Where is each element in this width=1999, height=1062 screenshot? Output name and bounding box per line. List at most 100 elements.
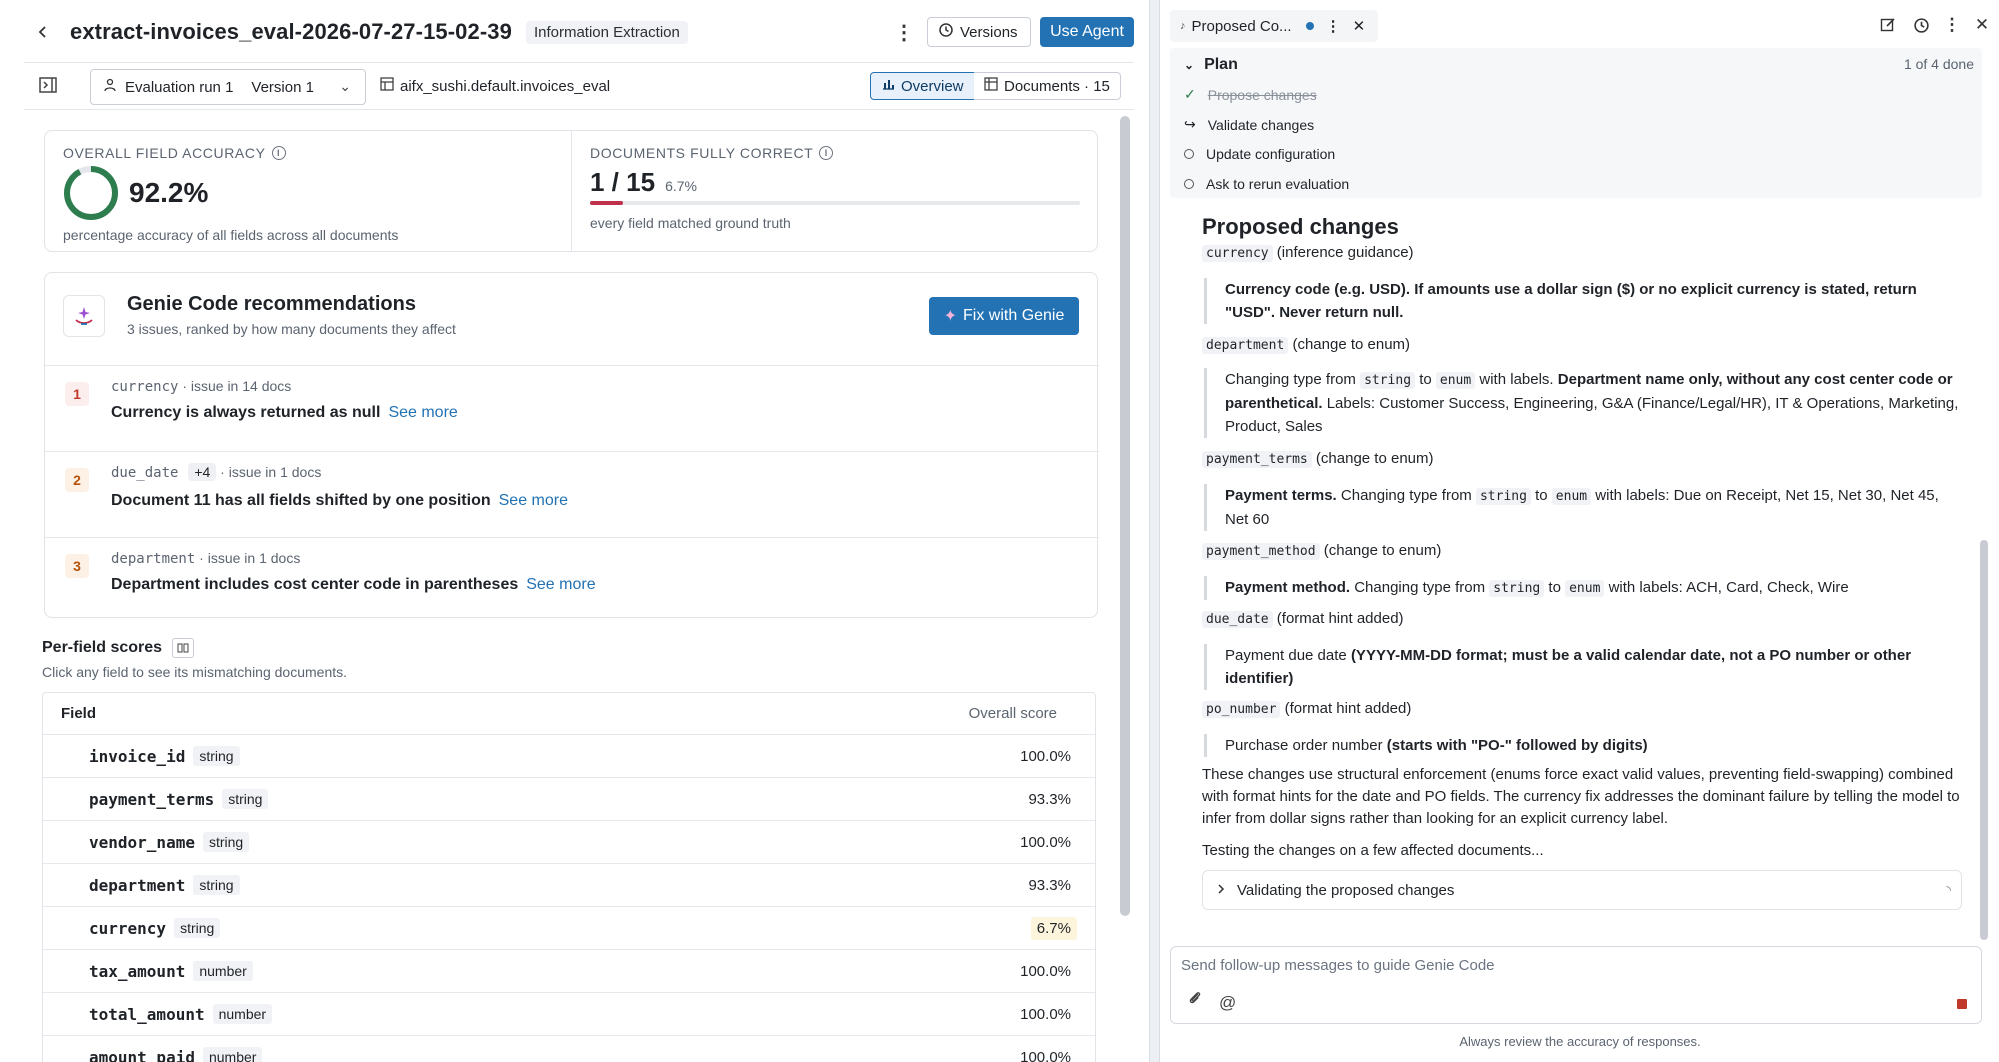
issue-count: · issue in 1 docs <box>195 550 301 566</box>
issue-count: · issue in 1 docs <box>216 464 322 480</box>
history-icon[interactable] <box>1910 14 1932 36</box>
change-quote: Purchase order number (starts with "PO-"… <box>1204 734 1960 757</box>
run-version-select[interactable]: Evaluation run 1 Version 1 ⌄ <box>90 69 366 105</box>
table-row[interactable]: total_amount number 100.0% <box>43 993 1095 1036</box>
table-icon <box>380 77 394 95</box>
stop-icon[interactable] <box>1957 999 1967 1009</box>
follow-up-input[interactable] <box>1181 957 1961 974</box>
task-type-tag: Information Extraction <box>525 20 688 44</box>
type-code: string <box>1360 372 1416 389</box>
tab-overview[interactable]: Overview <box>870 72 975 100</box>
chevron-right-icon <box>1217 882 1225 899</box>
assistant-scrollbar[interactable] <box>1980 540 1988 940</box>
field-code: payment_terms <box>1202 451 1312 468</box>
unsaved-dot-icon <box>1305 22 1314 30</box>
new-chat-icon[interactable] <box>1877 14 1899 36</box>
table-row[interactable]: tax_amount number 100.0% <box>43 950 1095 993</box>
field-name: total_amount <box>89 1004 205 1024</box>
plan-header[interactable]: ⌄ Plan <box>1184 56 1238 74</box>
summary-paragraph: These changes use structural enforcement… <box>1202 766 1960 827</box>
change-note: (format hint added) <box>1276 610 1404 627</box>
assistant-message: Proposed changes currency (inference gui… <box>1202 214 1962 859</box>
rank-badge: 1 <box>65 382 89 406</box>
in-progress-arrow-icon: ↪ <box>1184 116 1196 132</box>
tab-documents[interactable]: Documents · 15 <box>974 72 1121 100</box>
field-name: payment_terms <box>89 789 215 809</box>
main-scrollbar[interactable] <box>1120 116 1130 916</box>
see-more-link[interactable]: See more <box>499 492 568 509</box>
attach-icon[interactable] <box>1187 990 1203 1011</box>
tab-documents-label: Documents · 15 <box>1004 77 1110 95</box>
plan-step-label: Validate changes <box>1207 116 1315 133</box>
field-type: string <box>222 789 269 809</box>
field-name: department <box>111 551 196 567</box>
correct-progress-fill <box>590 201 623 205</box>
quote-text: Payment method. <box>1225 579 1351 596</box>
change-header: payment_terms (change to enum) <box>1202 448 1434 471</box>
chevron-down-icon: ⌄ <box>1184 58 1195 72</box>
mention-icon[interactable]: @ <box>1219 993 1236 1013</box>
plan-progress: 1 of 4 done <box>1903 56 1974 72</box>
type-code: enum <box>1565 580 1605 597</box>
sparkle-icon: ♪ <box>1180 20 1186 32</box>
back-arrow-icon[interactable] <box>28 17 58 47</box>
info-icon[interactable]: i <box>819 146 834 160</box>
change-note: (inference guidance) <box>1276 244 1414 261</box>
tab-menu-icon[interactable]: ⋮ <box>1326 17 1341 35</box>
field-score: 100.0% <box>1020 747 1071 765</box>
recommendation-item[interactable]: 1 currency · issue in 14 docs Currency i… <box>45 365 1099 451</box>
field-code: currency <box>1202 245 1273 262</box>
conversation-tab[interactable]: ♪ Proposed Co... ⋮ ✕ <box>1170 10 1378 42</box>
versions-button[interactable]: Versions <box>927 17 1031 47</box>
plan-step-label: Update configuration <box>1206 146 1336 162</box>
recommendation-item[interactable]: 2 due_date +4 · issue in 1 docs Document… <box>45 451 1099 537</box>
quote-text: (starts with "PO-" followed by digits) <box>1386 737 1648 754</box>
collapse-sidebar-icon[interactable] <box>38 75 58 95</box>
see-more-link[interactable]: See more <box>526 576 595 593</box>
recommendation-title: Document 11 has all fields shifted by on… <box>111 492 568 510</box>
table-row[interactable]: invoice_id string 100.0% <box>43 735 1095 778</box>
tab-overview-label: Overview <box>901 77 964 95</box>
issue-title: Department includes cost center code in … <box>111 576 519 593</box>
rank-badge: 2 <box>65 468 89 492</box>
book-icon[interactable] <box>172 638 195 658</box>
use-agent-button[interactable]: Use Agent <box>1040 17 1134 47</box>
table-row[interactable]: amount_paid number 100.0% <box>43 1036 1095 1062</box>
recommendation-item[interactable]: 3 department · issue in 1 docs Departmen… <box>45 537 1099 619</box>
validating-step[interactable]: Validating the proposed changes ◝ <box>1202 870 1962 910</box>
accuracy-label-row: OVERALL FIELD ACCURACY i <box>63 145 286 161</box>
see-more-link[interactable]: See more <box>388 404 457 421</box>
more-options-icon[interactable]: ⋮ <box>1941 14 1963 36</box>
table-row[interactable]: vendor_name string 100.0% <box>43 821 1095 864</box>
quote-text: Changing type from <box>1340 487 1472 504</box>
genie-assistant-panel: ♪ Proposed Co... ⋮ ✕ ⋮ ✕ ⌄ Plan 1 of 4 d… <box>1159 0 1999 1062</box>
toolbar: Evaluation run 1 Version 1 ⌄ aifx_sushi.… <box>24 62 1134 110</box>
field-type: string <box>202 832 250 852</box>
close-tab-icon[interactable]: ✕ <box>1353 17 1366 35</box>
info-icon[interactable]: i <box>271 146 286 160</box>
more-options-icon[interactable]: ⋮ <box>893 18 915 46</box>
fix-with-genie-button[interactable]: ✦ Fix with Genie <box>929 297 1079 335</box>
field-type: string <box>193 875 240 895</box>
table-row[interactable]: department string 93.3% <box>43 864 1095 907</box>
accuracy-value: 92.2% <box>129 177 209 208</box>
recommendation-title: Currency is always returned as null See m… <box>111 404 458 422</box>
table-row[interactable]: currency string 6.7% <box>43 907 1095 950</box>
issue-count: · issue in 14 docs <box>178 378 292 394</box>
change-quote: Payment due date (YYYY-MM-DD format; mus… <box>1204 644 1960 690</box>
plan-step: ↪ Validate changes <box>1184 116 1314 133</box>
dataset-table-ref[interactable]: aifx_sushi.default.invoices_eval <box>380 77 610 95</box>
table-row[interactable]: payment_terms string 93.3% <box>43 778 1095 821</box>
field-name: currency <box>111 379 179 395</box>
field-code: due_date <box>1202 611 1273 628</box>
quote-text: Payment due date <box>1225 647 1347 664</box>
field-name: vendor_name <box>89 832 195 852</box>
field-type: number <box>193 961 253 981</box>
close-icon[interactable]: ✕ <box>1971 14 1993 36</box>
quote-text: to <box>1548 579 1561 596</box>
change-quote: Payment terms. Changing type from string… <box>1204 484 1960 531</box>
accuracy-caption: percentage accuracy of all fields across… <box>63 227 399 243</box>
quote-text: Changing type from <box>1354 579 1486 596</box>
bar-chart-icon <box>881 77 895 95</box>
per-field-subtitle: Click any field to see its mismatching d… <box>42 664 348 680</box>
